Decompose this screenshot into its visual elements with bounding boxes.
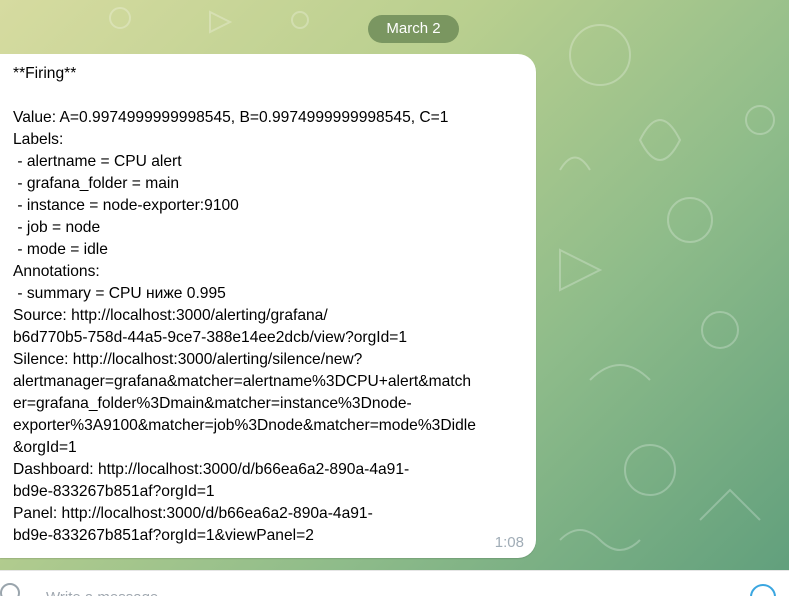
message-time: 1:08 [494,534,524,551]
date-divider: March 2 [368,15,459,43]
message-line: er=grafana_folder%3Dmain&matcher=instanc… [13,395,412,412]
message-line: exporter%3A9100&matcher=job%3Dnode&match… [13,417,476,434]
message-line: Silence: http://localhost:3000/alerting/… [13,351,363,368]
message-line: - mode = idle [13,241,108,258]
message-line: &orgId=1 [13,439,77,456]
message-line: - alertname = CPU alert [13,153,182,170]
smile-icon[interactable] [750,584,776,596]
message-line: Source: http://localhost:3000/alerting/g… [13,307,328,324]
message-line: Value: A=0.9974999999998545, B=0.9974999… [13,109,449,126]
paperclip-icon[interactable] [0,583,20,596]
message-line: Annotations: [13,263,100,280]
message-line: alertmanager=grafana&matcher=alertname%3… [13,373,472,390]
message-line: b6d770b5-758d-44a5-9ce7-388e14ee2dcb/vie… [13,329,408,346]
message-line: **Firing** [13,65,77,82]
message-line: - summary = CPU ниже 0.995 [13,285,226,302]
message-line: Panel: http://localhost:3000/d/b66ea6a2-… [13,505,373,522]
message-line: Dashboard: http://localhost:3000/d/b66ea… [13,461,410,478]
message-line: bd9e-833267b851af?orgId=1 [13,483,215,500]
message-line: - grafana_folder = main [13,175,180,192]
message-line [13,85,528,107]
message-input[interactable] [46,587,646,596]
message-line: bd9e-833267b851af?orgId=1&viewPanel=2 [13,527,314,544]
message-line: - job = node [13,219,101,236]
message-bubble[interactable]: **Firing** Value: A=0.9974999999998545, … [0,54,536,558]
message-text: **Firing** Value: A=0.9974999999998545, … [13,63,528,547]
message-line: Labels: [13,131,64,148]
message-composer [0,570,789,596]
date-divider-label: March 2 [386,20,441,37]
message-line: - instance = node-exporter:9100 [13,197,239,214]
